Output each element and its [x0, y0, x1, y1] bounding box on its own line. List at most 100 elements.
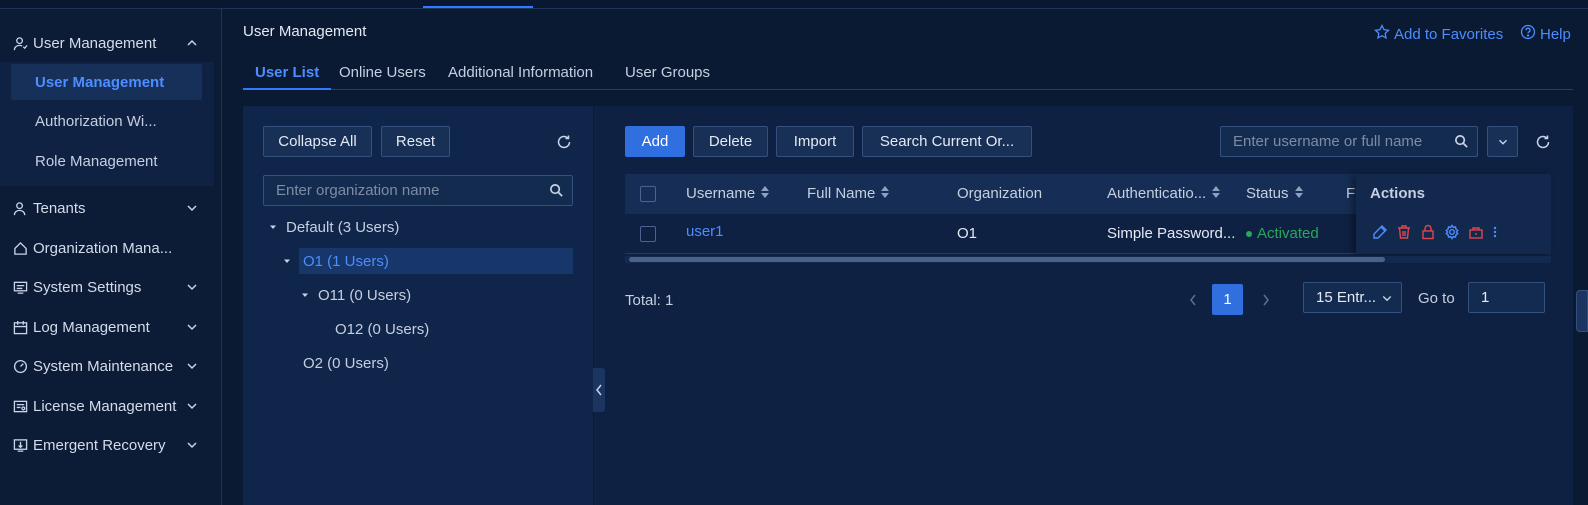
- lock-icon[interactable]: [1420, 224, 1436, 243]
- collapse-all-button[interactable]: Collapse All: [263, 126, 372, 157]
- collapse-panel-handle[interactable]: [593, 368, 605, 412]
- sidebar-item-license-management[interactable]: License Management: [0, 388, 222, 424]
- row-checkbox[interactable]: [640, 226, 656, 242]
- button-label: Search Current Or...: [879, 133, 1015, 150]
- tab-label: User List: [255, 64, 320, 81]
- tab-user-groups[interactable]: User Groups: [625, 64, 710, 90]
- organization-search-field[interactable]: [263, 175, 573, 206]
- side-floating-tab[interactable]: [1576, 290, 1588, 332]
- top-bar: [0, 0, 1588, 9]
- help-link[interactable]: Help: [1520, 24, 1571, 44]
- user-search-input[interactable]: [1233, 133, 1477, 150]
- search-current-org-button[interactable]: Search Current Or...: [862, 126, 1032, 157]
- column-full-name[interactable]: Full Name: [807, 185, 890, 202]
- gauge-icon: [12, 358, 28, 374]
- tree-node-o2[interactable]: O2 (0 Users): [303, 350, 389, 376]
- sidebar-item-system-settings[interactable]: System Settings: [0, 269, 222, 305]
- user-search-field[interactable]: [1220, 126, 1478, 157]
- tab-label: User Groups: [625, 64, 711, 81]
- search-icon[interactable]: [1454, 134, 1469, 153]
- add-to-favorites-link[interactable]: Add to Favorites: [1374, 23, 1503, 44]
- submenu-item-authorization[interactable]: Authorization Wi...: [11, 103, 202, 139]
- edit-icon[interactable]: [1372, 224, 1388, 243]
- scrollbar-thumb[interactable]: [629, 257, 1385, 262]
- help-icon: [1520, 24, 1536, 44]
- tab-additional-information[interactable]: Additional Information: [448, 64, 593, 90]
- column-label: Status: [1246, 185, 1289, 202]
- sidebar: User Management User Management Authoriz…: [0, 9, 222, 505]
- sort-icon[interactable]: [881, 185, 890, 202]
- sidebar-item-label: Tenants: [33, 199, 86, 217]
- column-username[interactable]: Username: [686, 185, 770, 202]
- status-badge: Activated: [1246, 225, 1319, 242]
- top-active-indicator: [423, 6, 533, 8]
- caret-down-icon[interactable]: [266, 222, 280, 232]
- sidebar-item-system-maintenance[interactable]: System Maintenance: [0, 348, 222, 384]
- page-1-button[interactable]: 1: [1212, 284, 1243, 315]
- tree-node-label: O11 (0 Users): [318, 286, 412, 304]
- sidebar-item-emergent-recovery[interactable]: Emergent Recovery: [0, 427, 222, 463]
- chevron-down-icon: [184, 319, 200, 335]
- sidebar-item-tenants[interactable]: Tenants: [0, 190, 222, 226]
- select-all-checkbox[interactable]: [640, 186, 656, 202]
- button-label: Collapse All: [278, 133, 357, 150]
- sidebar-item-label: System Settings: [33, 278, 142, 296]
- home-icon: [12, 240, 28, 256]
- caret-down-icon[interactable]: [298, 290, 312, 300]
- sidebar-item-label: User Management: [33, 34, 157, 52]
- submenu-item-user-management[interactable]: User Management: [11, 64, 202, 100]
- advanced-search-toggle[interactable]: [1487, 126, 1518, 157]
- goto-page-field[interactable]: 1: [1468, 282, 1545, 313]
- column-label: Full Name: [807, 185, 876, 202]
- submenu-item-role-management[interactable]: Role Management: [11, 143, 202, 179]
- sidebar-item-label: Log Management: [33, 318, 150, 336]
- username-link[interactable]: user1: [686, 223, 724, 240]
- unlock-user-icon[interactable]: [1468, 224, 1484, 243]
- reset-button[interactable]: Reset: [381, 126, 450, 157]
- tab-online-users[interactable]: Online Users: [339, 64, 426, 90]
- refresh-icon[interactable]: [556, 134, 572, 153]
- authentication-cell: Simple Password...: [1107, 225, 1236, 242]
- import-button[interactable]: Import: [776, 126, 854, 157]
- organization-cell: O1: [957, 225, 978, 242]
- column-actions: Actions: [1370, 185, 1426, 202]
- caret-down-icon[interactable]: [280, 256, 294, 266]
- column-label: Authenticatio...: [1107, 185, 1207, 202]
- tree-node-default[interactable]: Default (3 Users): [266, 214, 399, 240]
- tree-node-label: O1 (1 Users): [303, 252, 389, 270]
- recovery-icon: [12, 437, 28, 453]
- sort-icon[interactable]: [1294, 185, 1303, 202]
- column-label: Username: [686, 185, 756, 202]
- tree-node-o12[interactable]: O12 (0 Users): [335, 316, 429, 342]
- chevron-down-icon: [1382, 296, 1392, 302]
- sidebar-item-organization[interactable]: Organization Mana...: [0, 230, 222, 266]
- sort-icon[interactable]: [761, 185, 770, 202]
- chevron-down-icon: [184, 279, 200, 295]
- sort-icon[interactable]: [1212, 185, 1221, 202]
- add-button[interactable]: Add: [625, 126, 685, 157]
- refresh-icon[interactable]: [1535, 134, 1551, 153]
- sidebar-item-user-management[interactable]: User Management: [0, 25, 222, 61]
- button-label: Delete: [708, 133, 753, 150]
- delete-icon[interactable]: [1396, 224, 1412, 243]
- tree-node-o11[interactable]: O11 (0 Users): [298, 282, 411, 308]
- page-size-select[interactable]: 15 Entr...: [1303, 282, 1402, 313]
- delete-button[interactable]: Delete: [693, 126, 768, 157]
- chevron-left-icon: [1190, 294, 1196, 305]
- organization-search-input[interactable]: [276, 182, 572, 199]
- more-icon[interactable]: [1492, 224, 1498, 243]
- tree-node-o1[interactable]: O1 (1 Users): [284, 248, 573, 274]
- page-title: User Management: [243, 23, 367, 40]
- table-horizontal-scrollbar[interactable]: [625, 256, 1551, 263]
- settings-icon[interactable]: [1444, 224, 1460, 243]
- next-page-button[interactable]: [1256, 284, 1276, 315]
- column-authentication[interactable]: Authenticatio...: [1107, 185, 1221, 202]
- tab-user-list[interactable]: User List: [243, 64, 332, 90]
- column-status[interactable]: Status: [1246, 185, 1303, 202]
- search-icon[interactable]: [549, 183, 564, 202]
- column-truncated: F: [1346, 185, 1355, 202]
- previous-page-button[interactable]: [1183, 284, 1203, 315]
- tree-node-label: Default (3 Users): [286, 218, 400, 236]
- total-count: Total: 1: [625, 292, 674, 309]
- sidebar-item-log-management[interactable]: Log Management: [0, 309, 222, 345]
